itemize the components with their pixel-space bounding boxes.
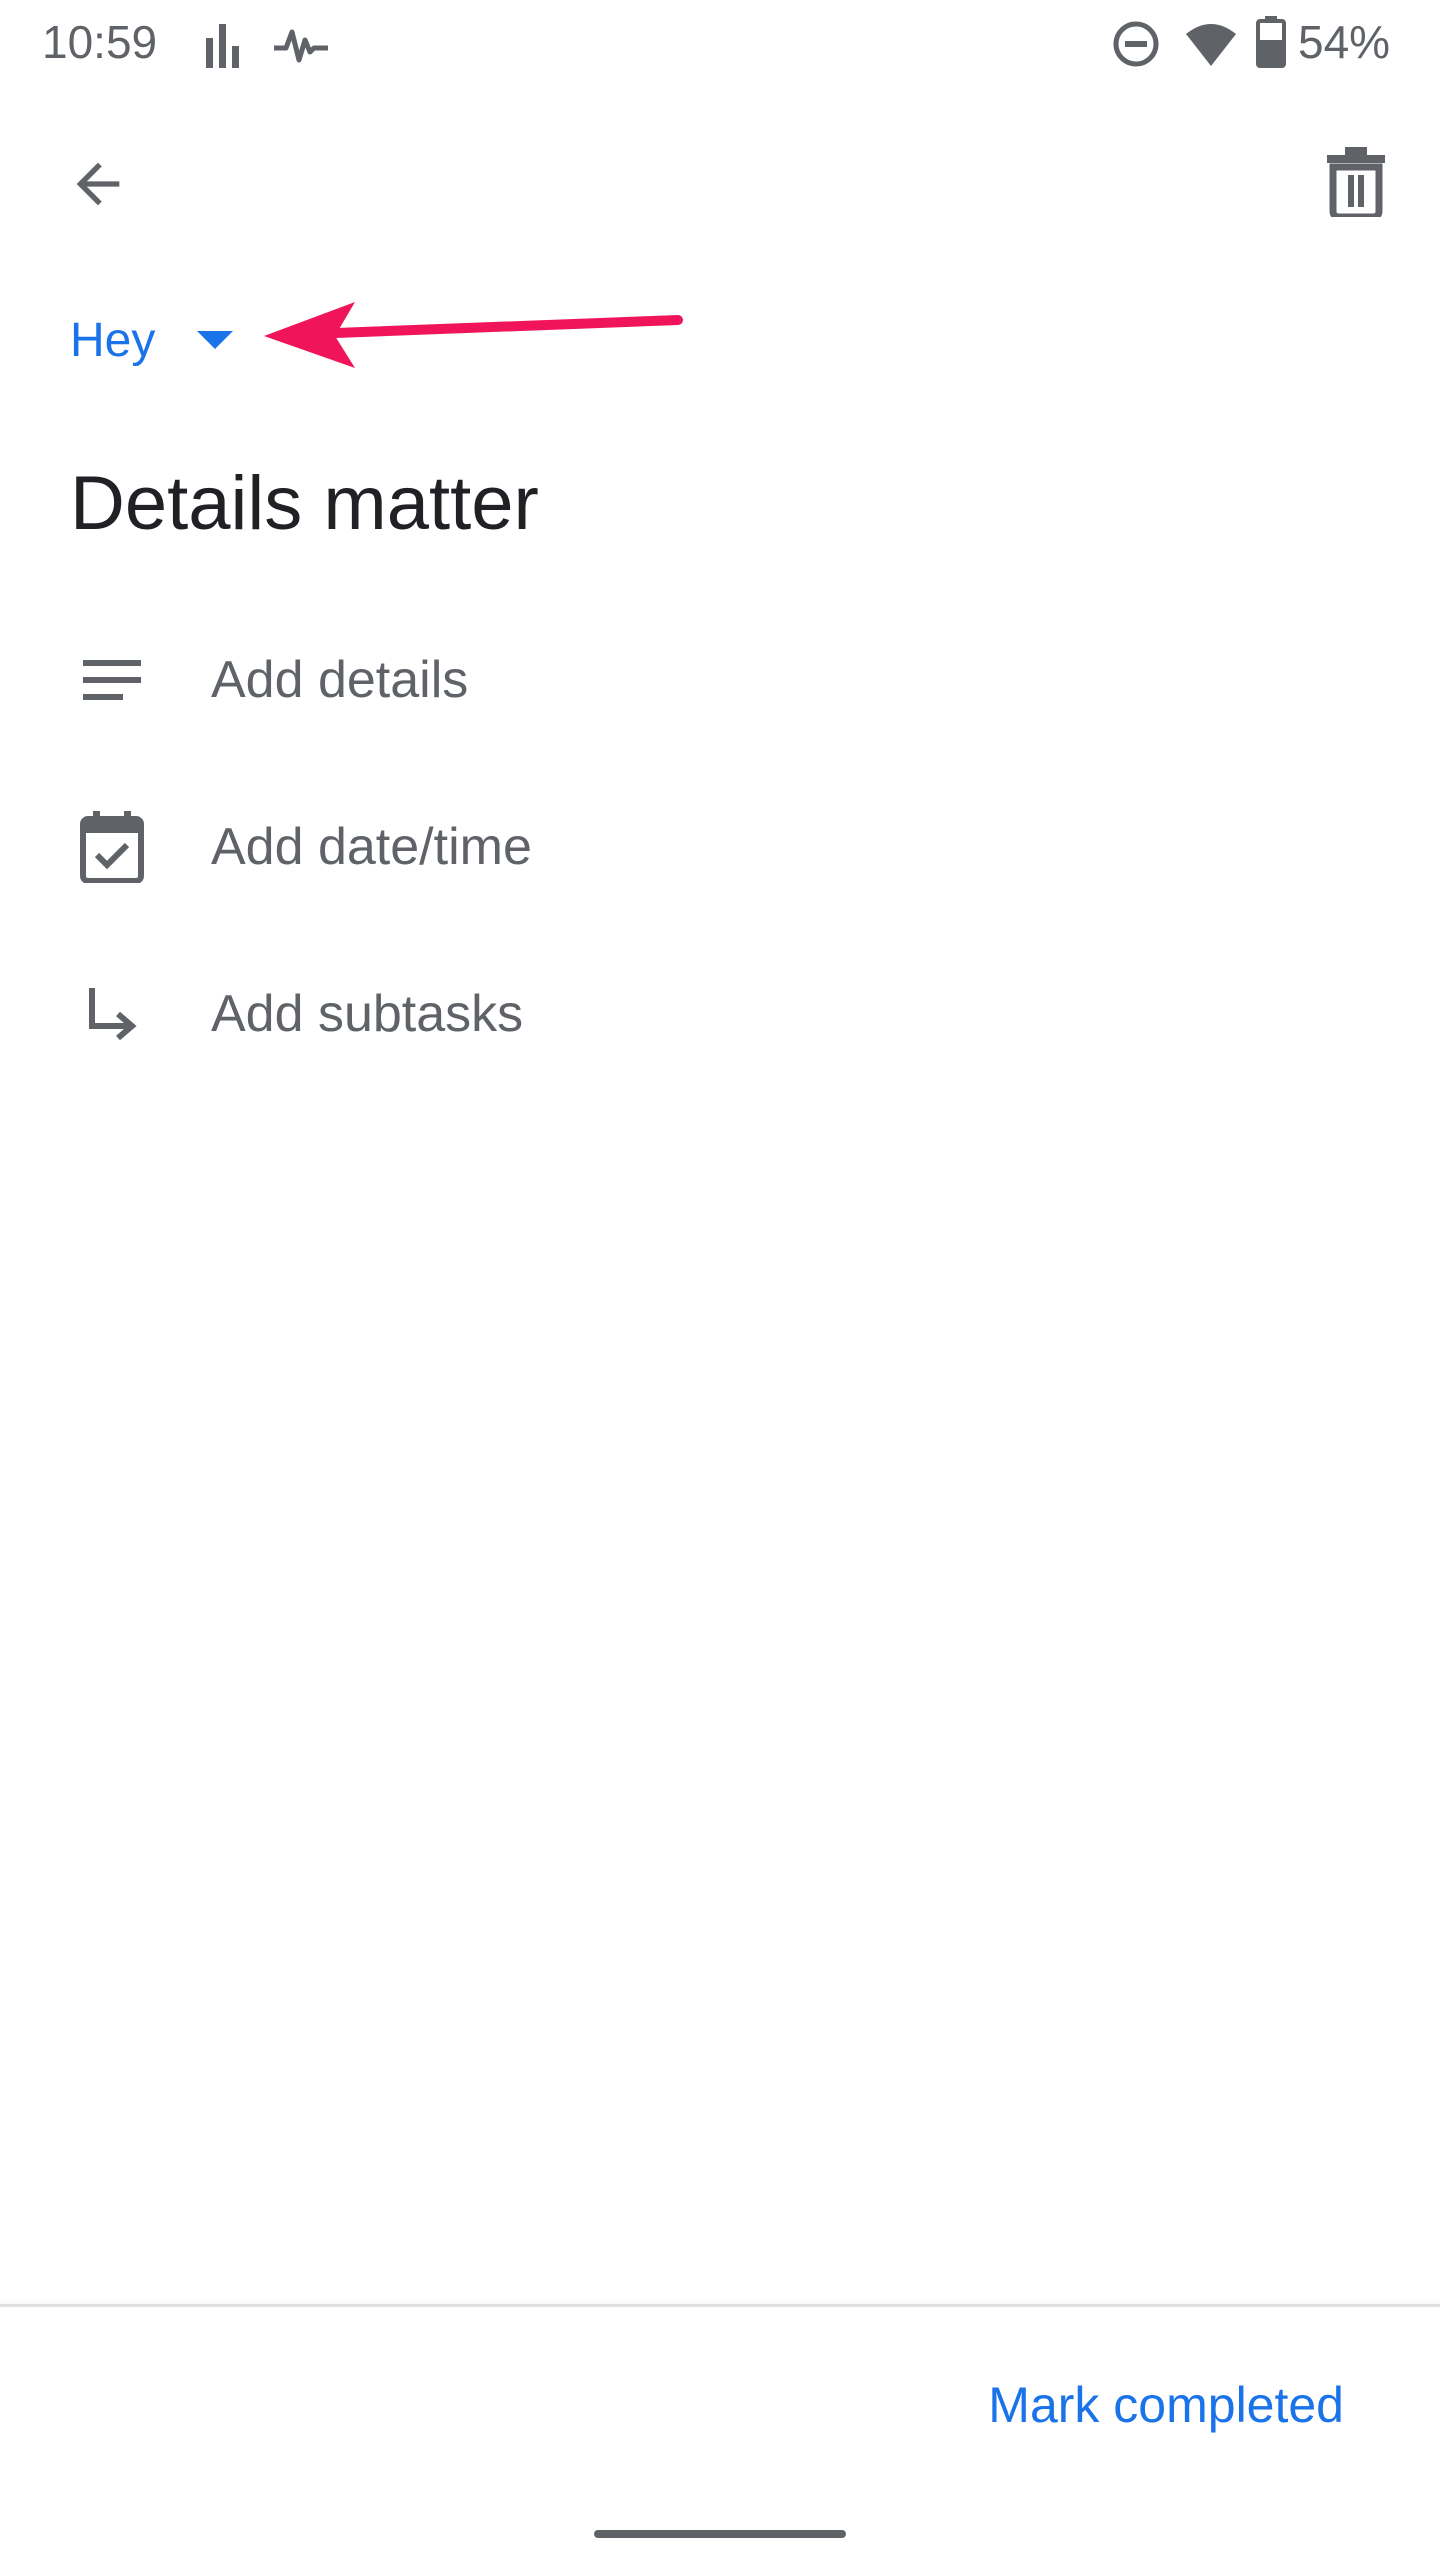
red-arrow-annotation xyxy=(250,290,690,385)
status-bar: 10:59 54% xyxy=(0,0,1440,84)
mark-completed-button[interactable]: Mark completed xyxy=(978,2370,1354,2440)
bottom-divider xyxy=(0,2304,1440,2307)
dropdown-caret-icon xyxy=(155,331,234,351)
subdirectory-arrow-icon xyxy=(72,974,152,1054)
trash-icon xyxy=(1325,147,1387,217)
add-subtasks-label: Add subtasks xyxy=(211,985,524,1043)
add-subtasks-row[interactable]: Add subtasks xyxy=(0,944,1440,1084)
do-not-disturb-icon xyxy=(1112,20,1160,68)
signal-bars-icon xyxy=(206,24,240,68)
status-time: 10:59 xyxy=(42,16,158,68)
battery-percentage: 54% xyxy=(1298,16,1391,68)
wifi-icon xyxy=(1184,20,1238,68)
battery-icon xyxy=(1256,16,1286,68)
calendar-check-icon xyxy=(72,807,152,887)
delete-button[interactable] xyxy=(1308,134,1404,230)
add-details-row[interactable]: Add details xyxy=(0,610,1440,750)
gesture-nav-handle[interactable] xyxy=(594,2530,846,2538)
add-date-time-row[interactable]: Add date/time xyxy=(0,777,1440,917)
list-name: Hey xyxy=(70,314,156,367)
list-selector-dropdown[interactable]: Hey xyxy=(70,306,234,376)
back-button[interactable] xyxy=(50,136,146,232)
arrow-back-icon xyxy=(66,152,130,216)
add-details-label: Add details xyxy=(211,651,469,709)
activity-wave-icon xyxy=(272,26,330,66)
task-title[interactable]: Details matter xyxy=(70,454,539,554)
add-date-time-label: Add date/time xyxy=(211,818,532,876)
notes-icon xyxy=(72,640,152,720)
